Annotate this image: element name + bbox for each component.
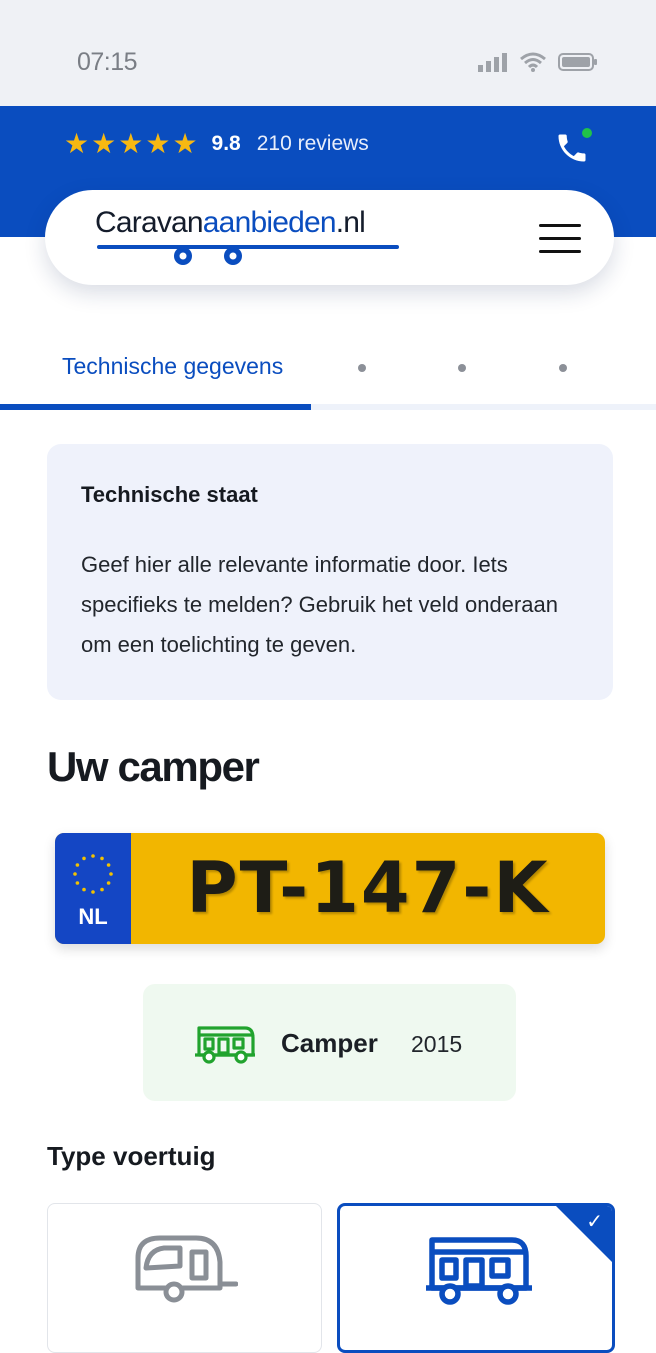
logo-wheels-icon: [97, 245, 399, 265]
vehicle-summary: Camper 2015: [143, 984, 516, 1101]
license-plate: NL PT-147-K: [55, 833, 605, 944]
caravan-icon: [135, 1235, 238, 1303]
camper-icon: [426, 1237, 532, 1305]
checkmark-icon: ✓: [586, 1211, 603, 1233]
reviews-link[interactable]: 210 reviews: [257, 132, 369, 156]
info-title: Technische staat: [81, 482, 258, 507]
tab-progress-indicator: [0, 404, 311, 410]
wifi-icon: [520, 52, 546, 72]
camper-icon: [195, 1026, 255, 1064]
vehicle-type: Camper: [281, 1028, 378, 1058]
star-icon: ★: [118, 128, 144, 159]
star-icon: ★: [172, 128, 198, 159]
logo-text: Caravanaanbieden.nl: [95, 206, 366, 239]
vehicle-year: 2015: [411, 1031, 463, 1057]
plate-country: NL: [78, 904, 108, 929]
online-indicator: [582, 128, 592, 138]
menu-button[interactable]: [535, 220, 585, 256]
star-icon: ★: [145, 128, 171, 159]
tab-technische-gegevens[interactable]: Technische gegevens: [62, 353, 283, 380]
nav-card: Caravanaanbieden.nl: [45, 190, 614, 285]
star-rating: ★ ★ ★ ★ ★: [64, 128, 198, 160]
menu-icon: [539, 224, 581, 227]
type-option-caravan[interactable]: [47, 1203, 322, 1353]
status-bar: 07:15: [0, 0, 656, 106]
status-time: 07:15: [77, 48, 138, 76]
signal-icon: [478, 53, 507, 72]
star-icon: ★: [91, 128, 117, 159]
logo[interactable]: Caravanaanbieden.nl: [95, 206, 415, 270]
rating-score: 9.8: [211, 132, 241, 155]
selected-corner: [556, 1206, 612, 1262]
info-body: Geef hier alle relevante informatie door…: [81, 552, 558, 657]
plate-number: PT-147-K: [186, 847, 550, 929]
tab-step-4[interactable]: [559, 364, 567, 372]
info-box: Technische staat Geef hier alle relevant…: [47, 444, 613, 700]
battery-icon: [558, 53, 597, 71]
eu-stars-icon: [73, 854, 113, 894]
section-title: Uw camper: [47, 743, 260, 790]
tab-step-2[interactable]: [358, 364, 366, 372]
phone-button[interactable]: [554, 126, 594, 166]
star-icon: ★: [64, 128, 90, 159]
status-icons: [478, 52, 598, 72]
tab-step-3[interactable]: [458, 364, 466, 372]
type-option-camper[interactable]: ✓: [337, 1203, 615, 1353]
rating: ★ ★ ★ ★ ★ 9.8 210 reviews: [64, 128, 369, 160]
type-title: Type voertuig: [47, 1141, 216, 1171]
step-tabs: Technische gegevens: [0, 340, 656, 410]
plate-eu-band: NL: [55, 833, 131, 944]
